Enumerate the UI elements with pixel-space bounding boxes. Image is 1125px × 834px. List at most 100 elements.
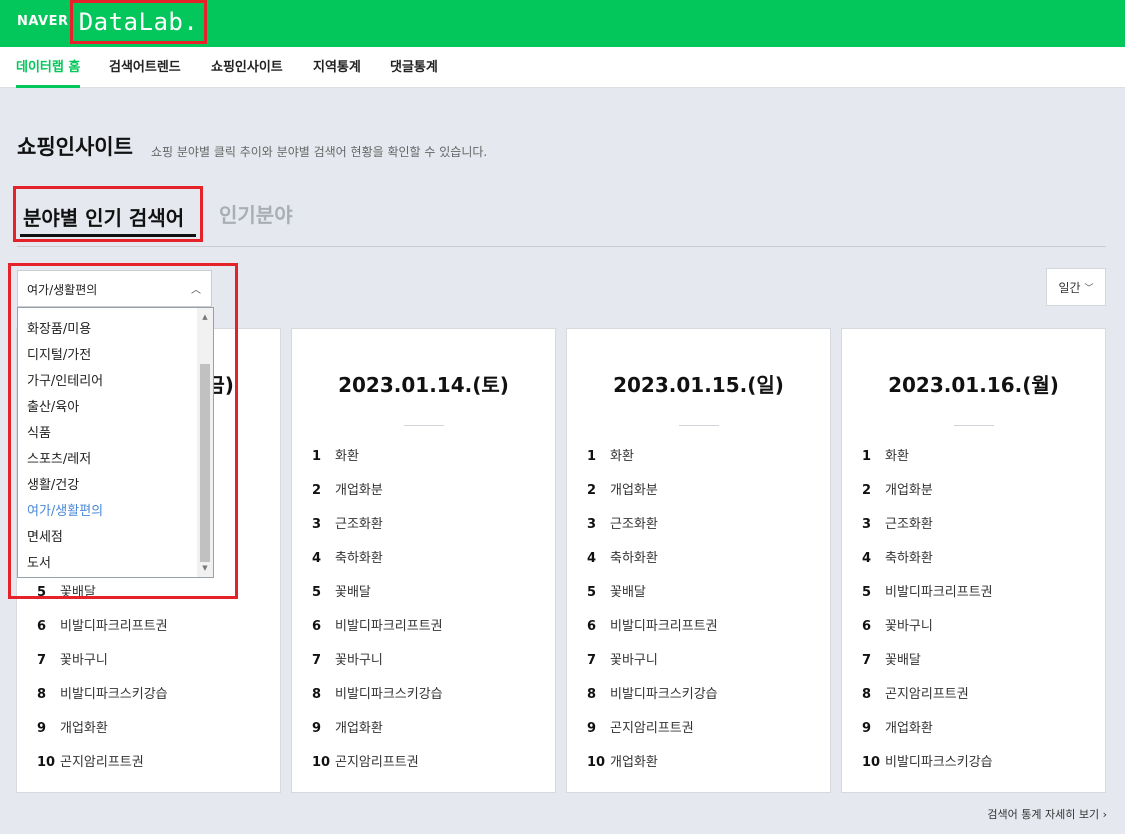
- nav-item-regional-stats[interactable]: 지역통계: [313, 47, 361, 88]
- ranking-card: 2023.01.14.(토) 1 화환 2 개업화분 3 근조화환 4 축하화환 5 꽃배…: [291, 328, 556, 793]
- detail-stats-link-label: 검색어 통계 자세히 보기: [987, 808, 1100, 821]
- tab-divider: [17, 246, 1106, 247]
- category-option[interactable]: 출산/육아: [27, 396, 79, 415]
- rank-row[interactable]: 9 개업화환: [37, 719, 108, 739]
- rank-number: 3: [312, 517, 322, 532]
- category-option[interactable]: 스포츠/레저: [27, 448, 91, 467]
- rank-keyword: 축하화환: [335, 551, 383, 566]
- rank-row[interactable]: 10 곤지암리프트권: [312, 753, 419, 773]
- rank-number: 10: [862, 755, 881, 770]
- rank-row[interactable]: 3 근조화환: [862, 515, 933, 535]
- dropdown-scrollbar[interactable]: ▲ ▼: [197, 308, 213, 577]
- rank-row[interactable]: 10 개업화환: [587, 753, 658, 773]
- rank-keyword: 비발디파크스키강습: [335, 687, 443, 702]
- rank-number: 8: [312, 687, 322, 702]
- rank-keyword: 꽃바구니: [885, 619, 933, 634]
- scroll-down-arrow-icon[interactable]: ▼: [197, 561, 213, 575]
- rank-row[interactable]: 6 비발디파크리프트권: [312, 617, 443, 637]
- rank-keyword: 화환: [885, 449, 909, 464]
- rank-number: 9: [862, 721, 872, 736]
- rank-keyword: 축하화환: [885, 551, 933, 566]
- nav-item-search-trend[interactable]: 검색어트렌드: [109, 47, 181, 88]
- rank-row[interactable]: 6 비발디파크리프트권: [587, 617, 718, 637]
- rank-row[interactable]: 7 꽃바구니: [37, 651, 108, 671]
- rank-number: 10: [587, 755, 606, 770]
- datalab-logo: DataLab.: [78, 8, 199, 36]
- scroll-up-arrow-icon[interactable]: ▲: [197, 310, 213, 324]
- nav-item-comment-stats[interactable]: 댓글통계: [390, 47, 438, 88]
- tab-category-keywords[interactable]: 분야별 인기 검색어: [13, 186, 203, 242]
- rank-number: 7: [37, 653, 47, 668]
- rank-number: 6: [312, 619, 322, 634]
- rank-keyword: 근조화환: [335, 517, 383, 532]
- datalab-logo-highlight[interactable]: DataLab.: [70, 0, 207, 44]
- rank-number: 6: [37, 619, 47, 634]
- rank-number: 1: [587, 449, 597, 464]
- chevron-up-icon: ︿: [191, 285, 201, 296]
- rank-row[interactable]: 4 축하화환: [862, 549, 933, 569]
- period-select[interactable]: 일간 ﹀: [1046, 268, 1106, 306]
- rank-number: 6: [587, 619, 597, 634]
- category-option[interactable]: 면세점: [27, 526, 63, 545]
- rank-row[interactable]: 7 꽃바구니: [312, 651, 383, 671]
- main-nav: 데이터랩 홈 검색어트렌드 쇼핑인사이트 지역통계 댓글통계: [0, 47, 1125, 88]
- rank-keyword: 개업화분: [610, 483, 658, 498]
- rank-row[interactable]: 5 꽃배달: [587, 583, 646, 603]
- rank-number: 9: [587, 721, 597, 736]
- rank-row[interactable]: 8 곤지암리프트권: [862, 685, 969, 705]
- tab-popular-category[interactable]: 인기분야: [219, 199, 293, 228]
- category-option[interactable]: 가구/인테리어: [27, 370, 103, 389]
- rank-row[interactable]: 8 비발디파크스키강습: [587, 685, 718, 705]
- rank-keyword: 근조화환: [610, 517, 658, 532]
- rank-number: 2: [862, 483, 872, 498]
- category-option[interactable]: 생활/건강: [27, 474, 79, 493]
- rank-number: 3: [862, 517, 872, 532]
- rank-row[interactable]: 5 비발디파크리프트권: [862, 583, 993, 603]
- rank-row[interactable]: 4 축하화환: [312, 549, 383, 569]
- category-option[interactable]: 식품: [27, 422, 51, 441]
- rank-row[interactable]: 9 개업화환: [862, 719, 933, 739]
- rank-keyword: 꽃배달: [335, 585, 371, 600]
- category-option[interactable]: 도서: [27, 552, 51, 571]
- rank-row[interactable]: 1 화환: [587, 447, 634, 467]
- category-option[interactable]: 화장품/미용: [27, 318, 91, 337]
- rank-number: 7: [862, 653, 872, 668]
- rank-row[interactable]: 7 꽃바구니: [587, 651, 658, 671]
- nav-item-home[interactable]: 데이터랩 홈: [16, 47, 81, 88]
- rank-number: 2: [587, 483, 597, 498]
- rank-row[interactable]: 10 곤지암리프트권: [37, 753, 144, 773]
- rank-number: 4: [587, 551, 597, 566]
- rank-row[interactable]: 4 축하화환: [587, 549, 658, 569]
- category-option-selected[interactable]: 여가/생활편의: [27, 500, 103, 519]
- rank-row[interactable]: 2 개업화분: [312, 481, 383, 501]
- rank-row[interactable]: 9 곤지암리프트권: [587, 719, 694, 739]
- rank-row[interactable]: 1 화환: [312, 447, 359, 467]
- rank-row[interactable]: 8 비발디파크스키강습: [37, 685, 168, 705]
- rank-row[interactable]: 9 개업화환: [312, 719, 383, 739]
- rank-row[interactable]: 10 비발디파크스키강습: [862, 753, 993, 773]
- rank-number: 8: [862, 687, 872, 702]
- category-option[interactable]: 디지털/가전: [27, 344, 91, 363]
- rank-row[interactable]: 7 꽃배달: [862, 651, 921, 671]
- rank-number: 1: [862, 449, 872, 464]
- rank-number: 10: [37, 755, 56, 770]
- naver-logo[interactable]: NAVER: [17, 14, 69, 29]
- rank-row[interactable]: 1 화환: [862, 447, 909, 467]
- nav-item-shopping-insight[interactable]: 쇼핑인사이트: [211, 47, 283, 88]
- rank-row[interactable]: 5 꽃배달: [312, 583, 371, 603]
- rank-row[interactable]: 2 개업화분: [587, 481, 658, 501]
- rank-row[interactable]: 3 근조화환: [587, 515, 658, 535]
- rank-keyword: 비발디파크리프트권: [610, 619, 718, 634]
- scrollbar-thumb[interactable]: [200, 364, 210, 562]
- category-select[interactable]: 여가/생활편의 ︿: [17, 270, 212, 307]
- rank-keyword: 곤지암리프트권: [335, 755, 419, 770]
- rank-number: 3: [587, 517, 597, 532]
- rank-number: 5: [862, 585, 872, 600]
- rank-row[interactable]: 3 근조화환: [312, 515, 383, 535]
- rank-row[interactable]: 8 비발디파크스키강습: [312, 685, 443, 705]
- rank-row[interactable]: 6 비발디파크리프트권: [37, 617, 168, 637]
- rank-row[interactable]: 6 꽃바구니: [862, 617, 933, 637]
- rank-keyword: 개업화환: [335, 721, 383, 736]
- detail-stats-link[interactable]: 검색어 통계 자세히 보기 ›: [987, 806, 1107, 822]
- rank-row[interactable]: 2 개업화분: [862, 481, 933, 501]
